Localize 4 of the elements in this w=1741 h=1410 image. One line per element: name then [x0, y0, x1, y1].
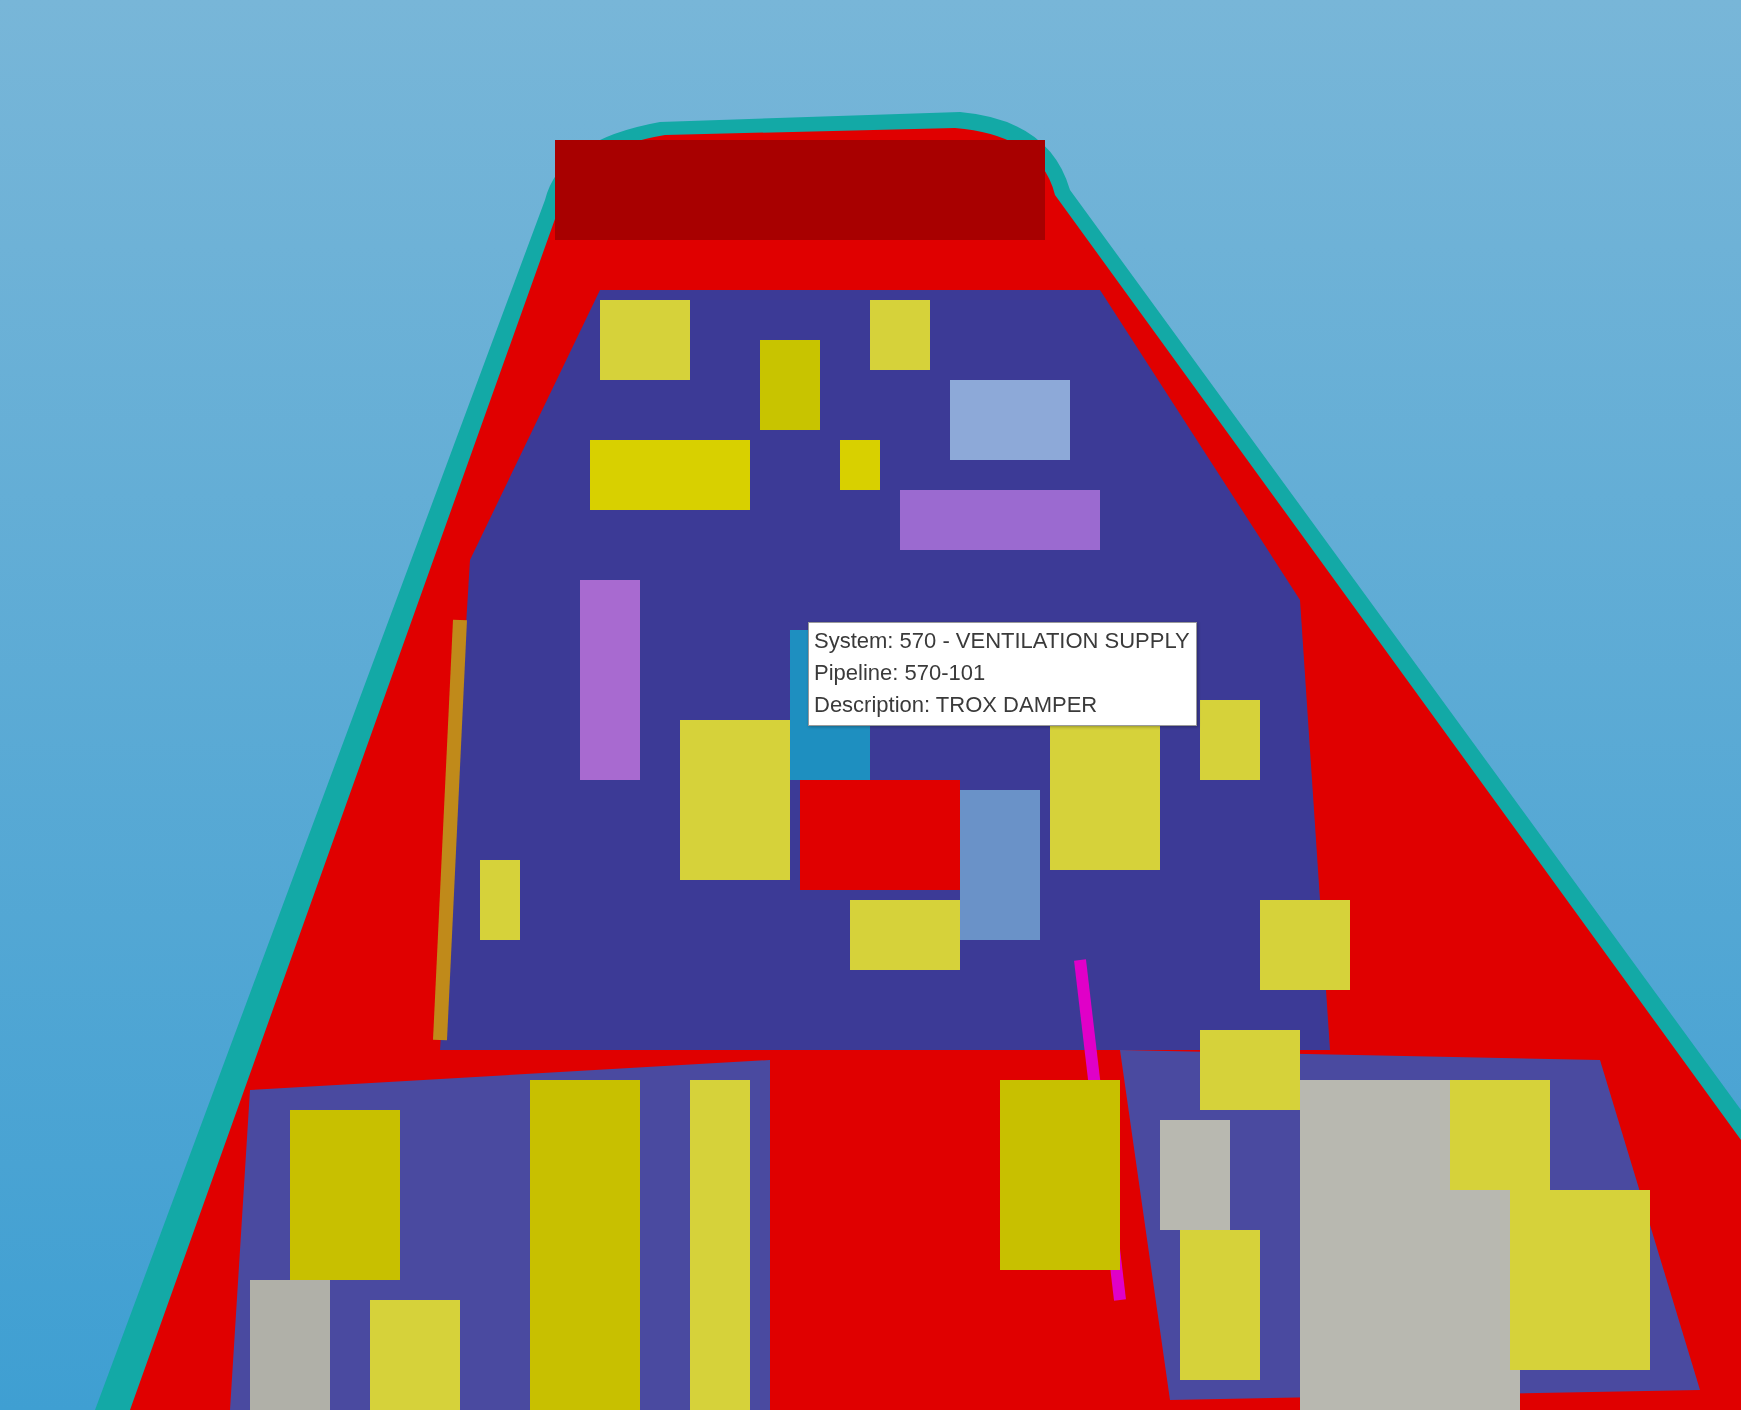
tooltip-text: Pipeline: 570-101	[814, 659, 987, 687]
model-viewport[interactable]: System: 570 - VENTILATION SUPPLY Pipeline: 570-101 Description: TROX DAMPER	[0, 0, 1741, 1410]
tooltip-text: Description: TROX DAMPER	[814, 691, 1099, 719]
tooltip-text: System: 570 - VENTILATION SUPPLY	[814, 627, 1190, 655]
